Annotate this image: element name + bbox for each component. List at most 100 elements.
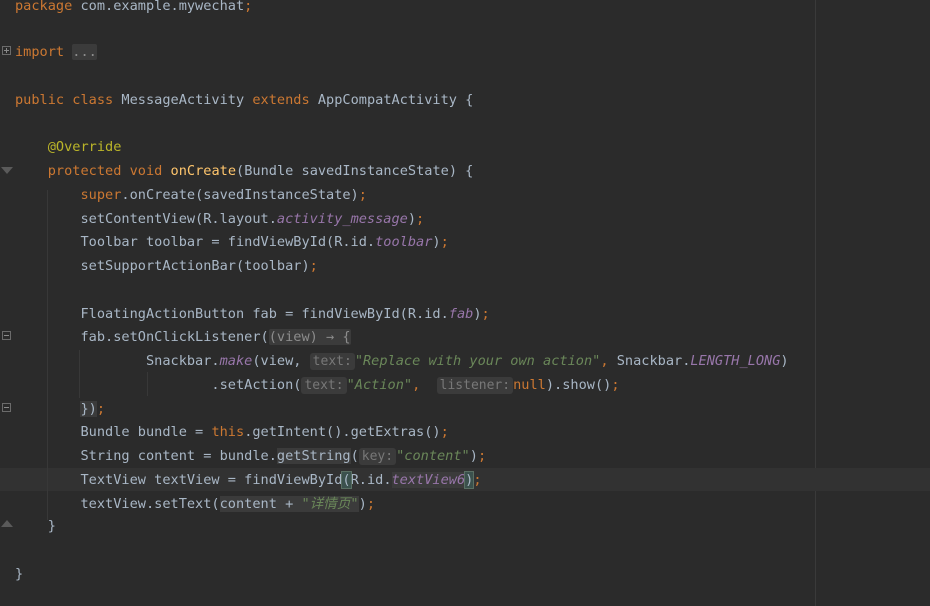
code-line-oncreate: protected void onCreate(Bundle savedInst… xyxy=(15,160,474,182)
code-line-set-text: textView.setText(content + "详情页"); xyxy=(15,493,375,515)
semicolon: ; xyxy=(309,258,318,274)
code-line-super-call: super.onCreate(savedInstanceState); xyxy=(15,184,367,206)
semicolon: ; xyxy=(358,187,367,203)
method-name: onCreate xyxy=(170,163,237,179)
keyword: protected xyxy=(47,163,122,179)
resource-field: toolbar xyxy=(375,234,433,250)
resource-field: fab xyxy=(448,306,474,322)
semicolon: ; xyxy=(440,424,449,440)
code-text: (view, xyxy=(252,353,310,369)
parameter-hint: listener: xyxy=(436,377,514,394)
keyword: super xyxy=(80,187,122,203)
code-text: R.id. xyxy=(350,472,392,488)
code-text: ( xyxy=(350,448,359,464)
method-call: getString xyxy=(276,448,351,464)
keyword: this xyxy=(211,424,245,440)
code-text: content + xyxy=(219,496,302,512)
keyword: import xyxy=(15,44,65,60)
brace: } xyxy=(47,518,56,534)
keyword: public xyxy=(15,92,65,108)
code-line-click-listener: fab.setOnClickListener((view) → { xyxy=(15,326,351,348)
code-line-fab: FloatingActionButton fab = findViewById(… xyxy=(15,303,490,325)
parameter-hint: key: xyxy=(358,448,397,465)
semicolon: ; xyxy=(96,401,106,417)
code-text: Snackbar. xyxy=(145,353,220,369)
semicolon: ; xyxy=(440,234,449,250)
matched-paren: ( xyxy=(341,471,352,489)
code-line-bundle: Bundle bundle = this.getIntent().getExtr… xyxy=(15,421,449,443)
code-text: .setAction( xyxy=(211,377,302,393)
code-text: }) xyxy=(80,401,97,417)
parameter-hint: text: xyxy=(301,377,347,394)
semicolon: ; xyxy=(477,448,487,464)
code-line-content: String content = bundle.getString(key: "c… xyxy=(15,445,486,467)
method-params: (Bundle savedInstanceState) { xyxy=(236,163,474,179)
code-line-close-listener: }); xyxy=(15,398,105,420)
code-text: ) xyxy=(469,448,478,464)
string-literal: "Action" xyxy=(346,377,413,393)
class-name: MessageActivity xyxy=(121,92,245,108)
code-text: Snackbar. xyxy=(608,353,691,369)
semicolon: ; xyxy=(611,377,620,393)
code-text: String content = bundle. xyxy=(80,448,277,464)
string-literal: "content" xyxy=(396,448,470,464)
fold-collapse-icon[interactable] xyxy=(2,331,11,340)
code-line-close-class: } xyxy=(15,563,23,585)
right-margin-guide xyxy=(815,0,816,606)
fold-collapse-icon[interactable] xyxy=(1,167,13,174)
brace: } xyxy=(15,566,24,582)
code-text: TextView textView = findViewById xyxy=(80,472,343,488)
parent-class: AppCompatActivity xyxy=(317,92,457,108)
code-text: .getIntent().getExtras() xyxy=(244,424,441,440)
semicolon: ; xyxy=(366,496,375,512)
code-line-snackbar: Snackbar.make(view, text: "Replace with y… xyxy=(15,350,789,372)
keyword: package xyxy=(15,0,73,14)
code-line-textview: TextView textView = findViewById(R.id.te… xyxy=(15,469,482,491)
code-editor[interactable]: package com.example.mywechat; import ...… xyxy=(0,0,930,606)
code-line-set-action: .setAction(text: "Action", listener: null)… xyxy=(15,374,620,396)
comma: , xyxy=(600,353,609,369)
code-text: Bundle bundle = xyxy=(80,424,212,440)
fold-end-icon[interactable] xyxy=(2,403,11,412)
code-line-package: package com.example.mywechat; xyxy=(15,0,252,17)
brace: { xyxy=(465,92,474,108)
editor-gutter xyxy=(0,0,14,606)
code-line-set-content-view: setContentView(R.layout.activity_message… xyxy=(15,208,424,230)
code-text: ).show() xyxy=(545,377,612,393)
code-text: .onCreate(savedInstanceState) xyxy=(121,187,359,203)
code-text: ) xyxy=(432,234,441,250)
keyword: void xyxy=(129,163,163,179)
code-text: ) xyxy=(358,496,367,512)
semicolon: ; xyxy=(244,0,253,14)
code-text: fab.setOnClickListener( xyxy=(80,329,269,345)
fold-end-icon[interactable] xyxy=(1,520,13,527)
code-line-import: import ... xyxy=(15,41,97,63)
constant-field: LENGTH_LONG xyxy=(690,353,781,369)
semicolon: ; xyxy=(473,472,482,488)
resource-field: textView6 xyxy=(391,472,466,488)
keyword: class xyxy=(72,92,114,108)
folded-lambda[interactable]: (view) → { xyxy=(268,329,351,345)
code-line-close-method: } xyxy=(15,515,56,537)
code-text: textView.setText( xyxy=(80,496,220,512)
semicolon: ; xyxy=(416,211,425,227)
static-method: make xyxy=(219,353,253,369)
string-literal: "Replace with your own action" xyxy=(354,353,601,369)
code-line-class-declaration: public class MessageActivity extends App… xyxy=(15,89,473,111)
string-literal: "详情页" xyxy=(301,496,359,512)
code-text: Toolbar toolbar = findViewById(R.id. xyxy=(80,234,376,250)
resource-field: activity_message xyxy=(276,211,408,227)
parameter-hint: text: xyxy=(309,353,355,370)
code-text: ) xyxy=(780,353,789,369)
semicolon: ; xyxy=(481,306,490,322)
code-line-toolbar: Toolbar toolbar = findViewById(R.id.tool… xyxy=(15,231,449,253)
code-text: FloatingActionButton fab = findViewById(… xyxy=(80,306,449,322)
folded-imports[interactable]: ... xyxy=(72,44,97,60)
code-line-override: @Override xyxy=(15,136,122,158)
fold-expand-icon[interactable] xyxy=(2,46,11,55)
code-line-support-action-bar: setSupportActionBar(toolbar); xyxy=(15,255,318,277)
code-text: ) xyxy=(407,211,417,227)
keyword: null xyxy=(513,377,546,393)
code-text: setSupportActionBar(toolbar) xyxy=(80,258,310,274)
keyword: extends xyxy=(252,92,310,108)
